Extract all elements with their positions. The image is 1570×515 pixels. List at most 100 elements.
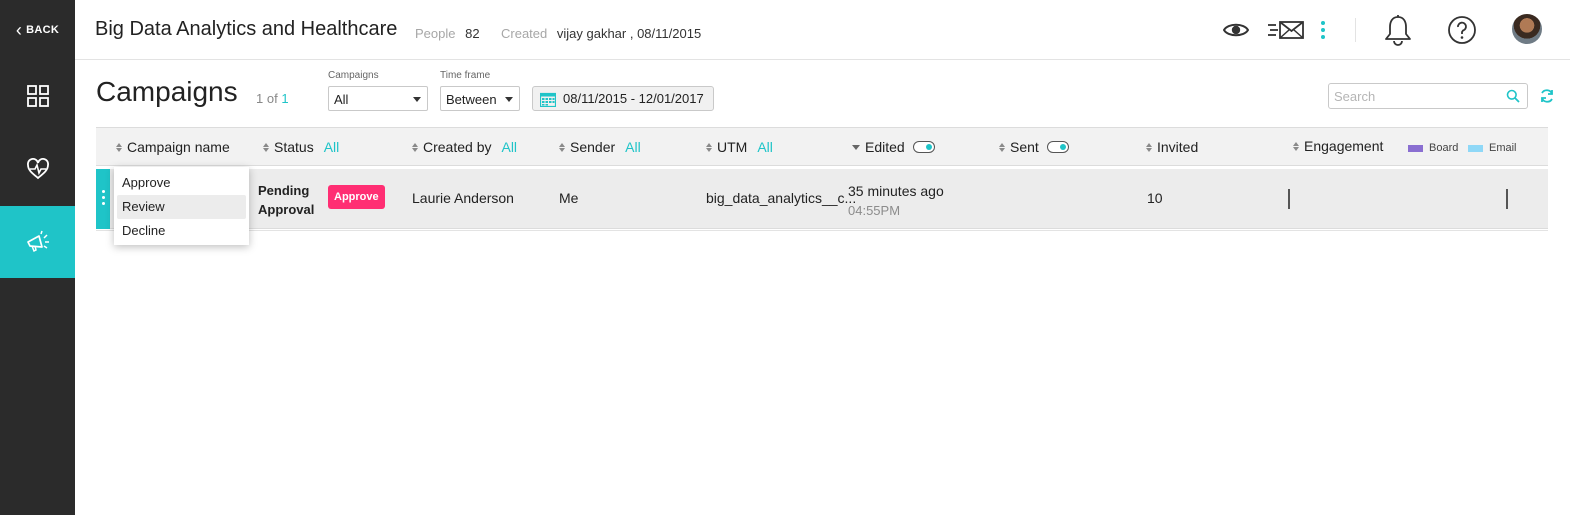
date-range-picker[interactable]: 08/11/2015 - 12/01/2017 <box>532 86 714 111</box>
column-label: Sender <box>570 139 616 155</box>
engagement-bar-end <box>1506 189 1508 209</box>
legend-email: Email <box>1468 142 1517 154</box>
column-utm[interactable]: UTM All <box>706 139 773 155</box>
status-cell: Pending Approval <box>258 181 314 219</box>
edited-toggle[interactable] <box>912 141 935 153</box>
campaigns-filter-select[interactable]: All <box>328 86 428 111</box>
caret-down-icon <box>413 97 421 102</box>
legend-swatch <box>1468 144 1483 152</box>
engagement-bar-start <box>1288 189 1290 209</box>
column-campaign-name[interactable]: Campaign name <box>116 139 230 155</box>
sort-icon[interactable] <box>1293 141 1299 151</box>
utm-cell: big_data_analytics__c... <box>706 190 857 206</box>
people-label: People <box>415 26 456 41</box>
invited-cell: 10 <box>1147 190 1163 206</box>
header-divider <box>1355 18 1356 42</box>
send-mail-button[interactable] <box>1265 12 1307 48</box>
sort-icon[interactable] <box>116 142 122 152</box>
created-label: Created <box>501 26 548 41</box>
utm-filter-link[interactable]: All <box>757 139 773 155</box>
column-label: Sent <box>1010 139 1039 155</box>
column-invited[interactable]: Invited <box>1146 139 1198 155</box>
caret-down-icon <box>505 97 513 102</box>
more-options-button[interactable] <box>1313 12 1333 48</box>
bell-icon <box>1385 15 1411 46</box>
people-count: 82 <box>465 26 480 41</box>
table-header: Campaign name Status All Created by All … <box>96 127 1548 166</box>
column-engagement[interactable]: Engagement <box>1293 138 1383 154</box>
status-filter-link[interactable]: All <box>324 139 340 155</box>
eye-icon <box>1223 23 1249 37</box>
row-action-menu: Approve Review Decline <box>114 167 249 245</box>
sidebar-item-dashboard[interactable] <box>0 60 75 132</box>
column-label: Created by <box>423 139 492 155</box>
column-sent[interactable]: Sent <box>999 139 1069 155</box>
heart-pulse-icon <box>26 158 49 180</box>
sidebar-item-health[interactable] <box>0 133 75 205</box>
column-label: UTM <box>717 139 748 155</box>
search-input[interactable] <box>1328 83 1528 109</box>
notifications-button[interactable] <box>1380 12 1416 48</box>
menu-item-decline[interactable]: Decline <box>117 219 246 243</box>
counter-prefix: 1 of <box>256 91 278 106</box>
created-meta: Created vijay gakhar , 08/11/2015 <box>501 26 701 41</box>
counter-total: 1 <box>281 91 289 106</box>
sort-icon[interactable] <box>412 142 418 152</box>
chevron-left-icon: ‹ <box>15 20 23 40</box>
sort-icon[interactable] <box>1146 142 1152 152</box>
project-title: Big Data Analytics and Healthcare <box>95 18 398 40</box>
campaigns-filter-label: Campaigns <box>328 70 379 81</box>
edited-ago: 35 minutes ago <box>848 183 944 199</box>
help-icon <box>1448 16 1476 44</box>
people-meta: People 82 <box>415 26 480 41</box>
column-status[interactable]: Status All <box>263 139 339 155</box>
table-row[interactable]: Pending Approval Approve Laurie Anderson… <box>96 169 1548 229</box>
sent-toggle[interactable] <box>1046 141 1069 153</box>
sender-filter-link[interactable]: All <box>625 139 641 155</box>
column-sender[interactable]: Sender All <box>559 139 641 155</box>
timeframe-value: Between <box>446 92 497 107</box>
edited-cell: 35 minutes ago 04:55PM <box>848 182 944 220</box>
sort-icon[interactable] <box>263 142 269 152</box>
sort-icon[interactable] <box>559 142 565 152</box>
created-value: vijay gakhar , 08/11/2015 <box>556 26 702 41</box>
legend-swatch <box>1408 144 1423 152</box>
legend-board: Board <box>1408 142 1458 154</box>
back-button[interactable]: ‹ BACK <box>0 0 75 60</box>
search-icon[interactable] <box>1506 89 1520 103</box>
created-by-filter-link[interactable]: All <box>501 139 517 155</box>
sender-cell: Me <box>559 190 579 206</box>
row-divider <box>96 230 1548 231</box>
row-menu-handle[interactable] <box>96 169 110 229</box>
sort-icon[interactable] <box>999 142 1005 152</box>
dashboard-grid-icon <box>26 85 49 107</box>
more-vertical-icon <box>102 190 105 205</box>
megaphone-icon <box>26 230 49 253</box>
column-label: Invited <box>1157 139 1199 155</box>
campaign-counter: 1 of 1 <box>256 91 289 106</box>
column-created-by[interactable]: Created by All <box>412 139 517 155</box>
avatar[interactable] <box>1512 14 1542 44</box>
refresh-icon[interactable] <box>1539 88 1555 104</box>
sort-icon[interactable] <box>706 142 712 152</box>
date-range-value: 08/11/2015 - 12/01/2017 <box>563 91 704 106</box>
column-label: Engagement <box>1304 138 1384 154</box>
menu-item-review[interactable]: Review <box>117 195 246 219</box>
edited-time: 04:55PM <box>848 203 901 218</box>
legend-label: Email <box>1489 142 1517 154</box>
sort-desc-icon[interactable] <box>852 144 860 150</box>
campaigns-filter-value: All <box>334 92 349 107</box>
timeframe-select[interactable]: Between <box>440 86 520 111</box>
back-label: BACK <box>26 24 60 36</box>
sidebar-item-campaigns[interactable] <box>0 206 75 278</box>
preview-button[interactable] <box>1218 12 1254 48</box>
column-label: Status <box>274 139 314 155</box>
menu-item-approve[interactable]: Approve <box>117 171 246 195</box>
help-button[interactable] <box>1444 12 1480 48</box>
column-edited[interactable]: Edited <box>852 139 935 155</box>
column-label: Campaign name <box>127 139 230 155</box>
sidebar: ‹ BACK <box>0 0 75 515</box>
legend-label: Board <box>1429 142 1459 154</box>
approve-button[interactable]: Approve <box>328 185 385 209</box>
status-line-2: Approval <box>258 202 315 217</box>
